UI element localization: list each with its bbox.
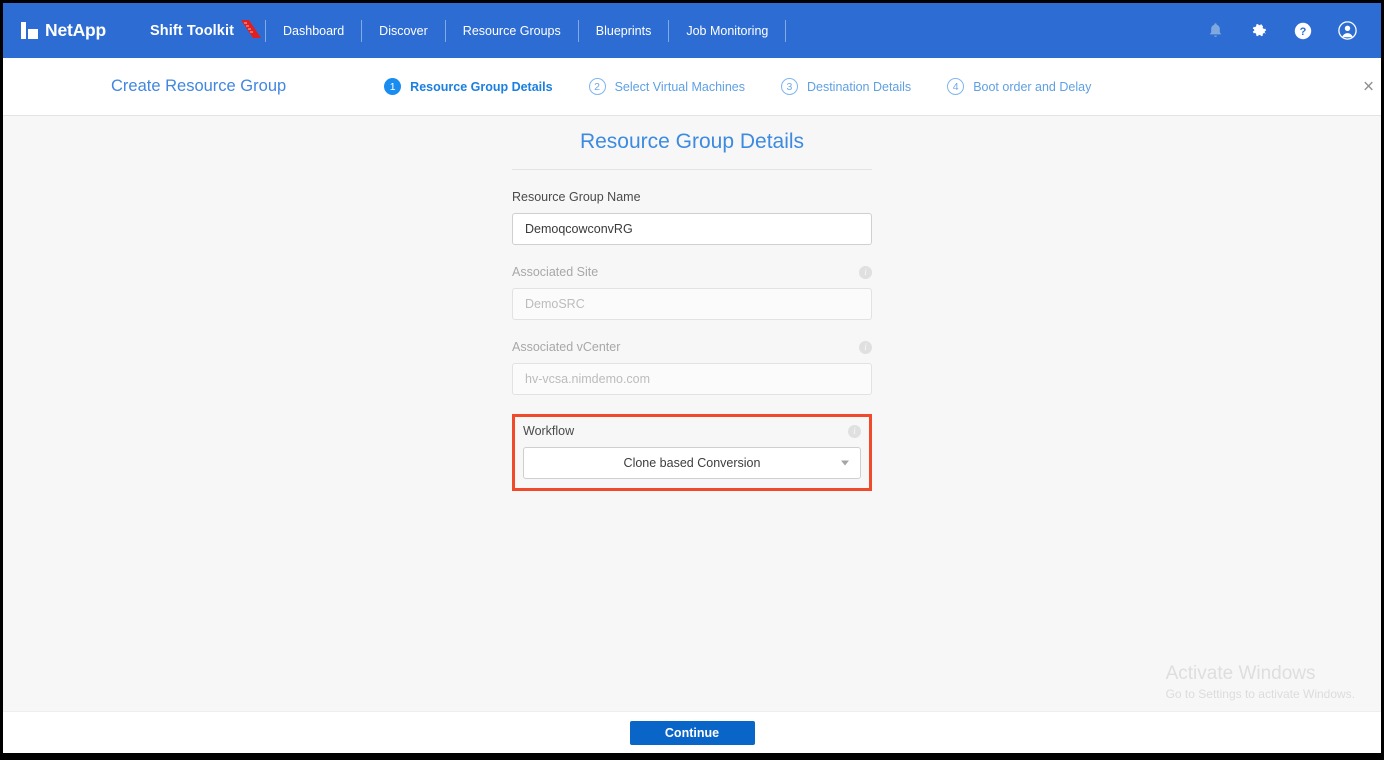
footer-bar: Continue [3,711,1381,753]
nav-divider [785,19,787,42]
info-icon[interactable]: i [859,265,872,279]
product-name: Shift Toolkit [150,19,264,39]
field-label-row: Workflow i [523,423,861,439]
watermark-title: Activate Windows [1165,663,1316,684]
step-number: 2 [588,78,606,95]
resource-group-name-label: Resource Group Name [512,190,641,204]
nav-divider [444,19,446,42]
workflow-select-value: Clone based Conversion [623,456,761,470]
step-number: 1 [384,78,402,95]
windows-activation-watermark: Activate Windows Go to Settings to activ… [1166,662,1355,703]
wizard-steps: 1 Resource Group Details 2 Select Virtua… [384,78,1091,95]
field-label-row: Resource Group Name [512,189,872,205]
field-associated-vcenter: Associated vCenter i [512,339,872,395]
info-icon[interactable]: i [848,424,861,438]
netapp-logo-icon [21,22,38,39]
preview-ribbon-icon [238,18,264,44]
page-title: Resource Group Details [512,130,872,170]
nav-link-job-monitoring[interactable]: Job Monitoring [670,20,784,42]
wizard-title: Create Resource Group [111,77,287,95]
nav-divider [577,19,579,42]
continue-button[interactable]: Continue [629,720,755,745]
step-label: Boot order and Delay [973,79,1092,94]
wizard-step-select-virtual-machines[interactable]: 2 Select Virtual Machines [588,78,745,95]
nav-link-dashboard[interactable]: Dashboard [267,20,360,42]
workflow-highlight-box: Workflow i Clone based Conversion [512,414,872,491]
step-number: 3 [780,78,798,95]
step-number: 4 [947,78,965,95]
wizard-step-resource-group-details[interactable]: 1 Resource Group Details [384,78,553,95]
resource-group-name-input[interactable] [512,213,872,245]
chevron-down-icon [841,460,849,466]
resource-group-details-form: Resource Group Details Resource Group Na… [512,116,872,491]
workflow-select[interactable]: Clone based Conversion [523,447,861,479]
watermark-subtitle: Go to Settings to activate Windows. [1165,687,1355,701]
workflow-label: Workflow [523,424,575,438]
svg-text:?: ? [1300,26,1307,38]
brand-label: NetApp [45,20,107,40]
associated-vcenter-label: Associated vCenter [512,340,621,354]
account-icon[interactable] [1338,21,1357,40]
close-icon[interactable]: × [1363,77,1379,96]
top-navigation-bar: NetApp Shift Toolkit Dashboard Discover … [3,3,1381,58]
step-label: Destination Details [806,79,912,94]
field-resource-group-name: Resource Group Name [512,189,872,245]
main-content: Resource Group Details Resource Group Na… [3,116,1381,711]
step-label: Resource Group Details [410,79,553,94]
wizard-header: Create Resource Group 1 Resource Group D… [3,58,1381,116]
product-name-label: Shift Toolkit [150,22,235,39]
bell-icon[interactable] [1207,22,1224,40]
nav-icon-group: ? [1207,21,1367,40]
application-window: NetApp Shift Toolkit Dashboard Discover … [3,3,1381,753]
field-label-row: Associated vCenter i [512,339,872,355]
wizard-step-boot-order-and-delay[interactable]: 4 Boot order and Delay [947,78,1091,95]
field-label-row: Associated Site i [512,264,872,280]
field-associated-site: Associated Site i [512,264,872,320]
associated-site-input [512,288,872,320]
help-icon[interactable]: ? [1294,22,1312,40]
nav-links: Dashboard Discover Resource Groups Bluep… [267,19,787,42]
nav-divider [265,19,267,42]
info-icon[interactable]: i [859,340,872,354]
associated-site-label: Associated Site [512,265,599,279]
nav-divider [668,19,670,42]
wizard-step-destination-details[interactable]: 3 Destination Details [780,78,912,95]
step-label: Select Virtual Machines [614,79,745,94]
nav-link-discover[interactable]: Discover [363,20,444,42]
gear-icon[interactable] [1250,22,1268,40]
netapp-logo[interactable]: NetApp [21,20,106,41]
field-workflow: Workflow i Clone based Conversion [523,423,861,479]
nav-link-blueprints[interactable]: Blueprints [580,20,668,42]
associated-vcenter-input [512,363,872,395]
nav-divider [361,19,363,42]
nav-link-resource-groups[interactable]: Resource Groups [447,20,577,42]
